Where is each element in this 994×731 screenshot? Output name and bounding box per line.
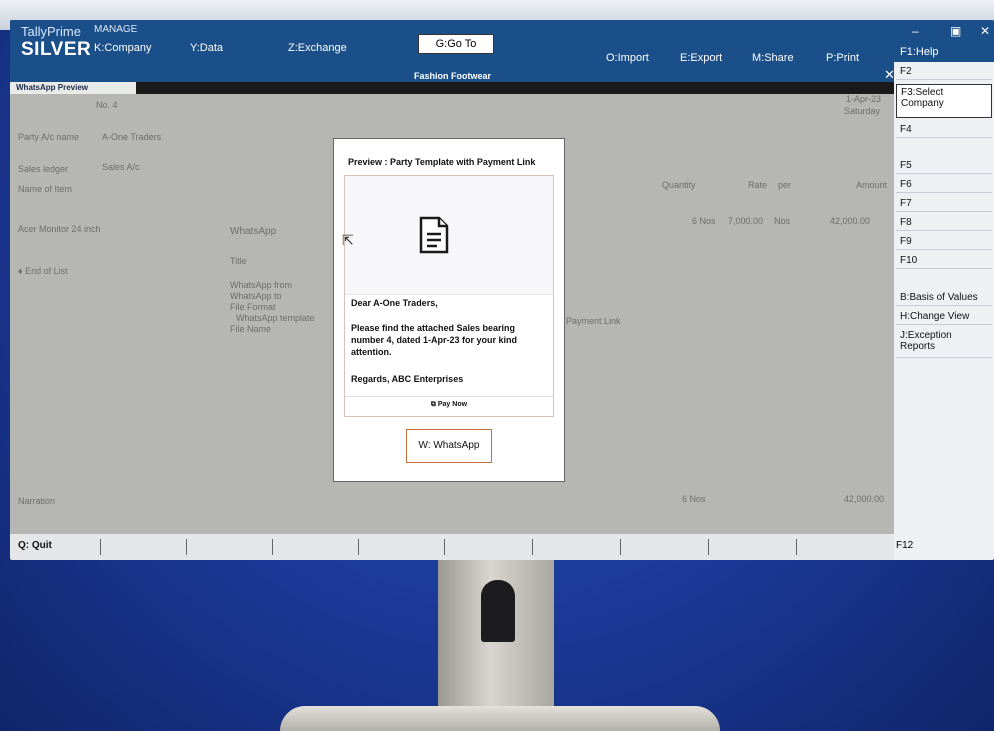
bottom-divider	[620, 539, 621, 555]
bottom-divider	[272, 539, 273, 555]
change-view-button[interactable]: H:Change View	[896, 309, 992, 325]
item-qty: 6 Nos	[692, 216, 716, 226]
item-name[interactable]: Acer Monitor 24 inch	[18, 224, 101, 234]
company-subtitle: Fashion Footwear	[414, 71, 492, 81]
f9-button[interactable]: F9	[896, 234, 992, 250]
bottom-divider	[796, 539, 797, 555]
item-per: Nos	[774, 216, 791, 226]
document-icon	[419, 216, 449, 254]
bg-payment-link: Payment Link	[566, 316, 621, 326]
external-link-icon: ⧉	[430, 401, 438, 408]
app-header: TallyPrime SILVER MANAGE K:Company Y:Dat…	[10, 20, 895, 82]
f8-button[interactable]: F8	[896, 215, 992, 231]
bottom-divider	[100, 539, 101, 555]
monitor-stand-cable-hole	[481, 580, 515, 642]
quit-button[interactable]: Q: Quit	[18, 540, 52, 551]
bg-to-label: WhatsApp to	[230, 291, 282, 301]
bg-from-label: WhatsApp from	[230, 280, 293, 290]
bottom-divider	[358, 539, 359, 555]
select-company-button[interactable]: F3:Select Company	[896, 84, 992, 118]
message-signoff: Regards, ABC Enterprises	[351, 374, 464, 384]
pay-now-link[interactable]: ⧉ Pay Now	[345, 396, 553, 409]
brand: TallyPrime SILVER	[21, 24, 91, 61]
dialog-title: Preview : Party Template with Payment Li…	[348, 157, 536, 167]
basis-of-values-button[interactable]: B:Basis of Values	[896, 290, 992, 306]
menu-exchange[interactable]: Z:Exchange	[288, 42, 347, 54]
edition-name: SILVER	[21, 39, 92, 60]
bg-template-label: WhatsApp template	[236, 313, 315, 323]
narration-label: Narration	[18, 496, 56, 506]
bg-title-label: Title	[230, 256, 247, 266]
minimize-icon[interactable]: –	[912, 24, 919, 38]
bottom-divider	[708, 539, 709, 555]
bottom-divider	[444, 539, 445, 555]
right-button-panel: – ▣ ✕ F1:Help F2 F3:Select Company F4 F5…	[894, 20, 994, 560]
help-menu[interactable]: F1:Help	[900, 46, 939, 58]
monitor-stand-base	[280, 706, 720, 731]
right-panel-header: – ▣ ✕ F1:Help	[894, 20, 994, 62]
voucher-date: 1-Apr-23	[846, 94, 882, 104]
sales-ledger[interactable]: Sales A/c	[102, 162, 140, 172]
party-label: Party A/c name	[18, 132, 80, 142]
monitor-screen: TallyPrime SILVER MANAGE K:Company Y:Dat…	[10, 20, 994, 560]
menu-bar: K:Company Y:Data Z:Exchange	[90, 42, 390, 58]
item-rate: 7,000.00	[728, 216, 764, 226]
goto-button[interactable]: G:Go To	[418, 34, 494, 54]
restore-icon[interactable]: ▣	[950, 24, 961, 38]
voucher-day: Saturday	[844, 106, 881, 116]
bottom-button-bar: Q: Quit	[10, 534, 894, 560]
bottom-divider	[532, 539, 533, 555]
window-label: WhatsApp Preview	[10, 82, 136, 94]
f7-button[interactable]: F7	[896, 196, 992, 212]
share-menu[interactable]: M:Share	[752, 52, 794, 64]
f10-button[interactable]: F10	[896, 253, 992, 269]
amount-header: Amount	[856, 180, 888, 190]
attachment-preview	[345, 176, 553, 295]
import-menu[interactable]: O:Import	[606, 52, 649, 64]
message-body: Please find the attached Sales bearing n…	[351, 323, 518, 357]
f6-button[interactable]: F6	[896, 177, 992, 193]
bg-whatsapp-title: WhatsApp	[230, 226, 277, 237]
per-header: per	[778, 180, 792, 190]
exception-reports-button[interactable]: J:Exception Reports	[896, 328, 992, 358]
item-header: Name of Item	[18, 184, 73, 194]
total-amount: 42,000.00	[844, 494, 885, 504]
rate-header: Rate	[748, 180, 768, 190]
quantity-header: Quantity	[662, 180, 696, 190]
menu-data[interactable]: Y:Data	[190, 42, 223, 54]
message-preview-card: Dear A-One Traders, Please find the atta…	[344, 175, 554, 417]
pay-now-label: Pay Now	[437, 401, 468, 408]
window-close-icon[interactable]: ✕	[980, 24, 990, 38]
f2-button[interactable]: F2	[896, 64, 992, 80]
item-amount: 42,000.00	[830, 216, 871, 226]
party-name[interactable]: A-One Traders	[102, 132, 161, 142]
bg-file-name-label: File Name	[230, 324, 272, 334]
f4-button[interactable]: F4	[896, 122, 992, 138]
product-name: TallyPrime	[21, 24, 81, 39]
voucher-number: No. 4	[96, 100, 118, 110]
f12-button[interactable]: F12	[896, 540, 913, 551]
mouse-cursor-icon: ⇱	[342, 232, 354, 248]
whatsapp-preview-dialog: Preview : Party Template with Payment Li…	[333, 138, 565, 482]
menu-company[interactable]: K:Company	[94, 42, 151, 54]
bg-file-format-label: File Format	[230, 302, 276, 312]
sales-ledger-label: Sales ledger	[18, 164, 69, 174]
total-qty: 6 Nos	[682, 494, 706, 504]
bottom-divider	[186, 539, 187, 555]
whatsapp-send-button[interactable]: W: WhatsApp	[406, 429, 492, 463]
end-of-list: ♦ End of List	[18, 266, 68, 276]
export-menu[interactable]: E:Export	[680, 52, 722, 64]
print-menu[interactable]: P:Print	[826, 52, 859, 64]
manage-label: MANAGE	[94, 24, 138, 35]
message-greeting: Dear A-One Traders,	[351, 298, 438, 308]
f5-button[interactable]: F5	[896, 158, 992, 174]
